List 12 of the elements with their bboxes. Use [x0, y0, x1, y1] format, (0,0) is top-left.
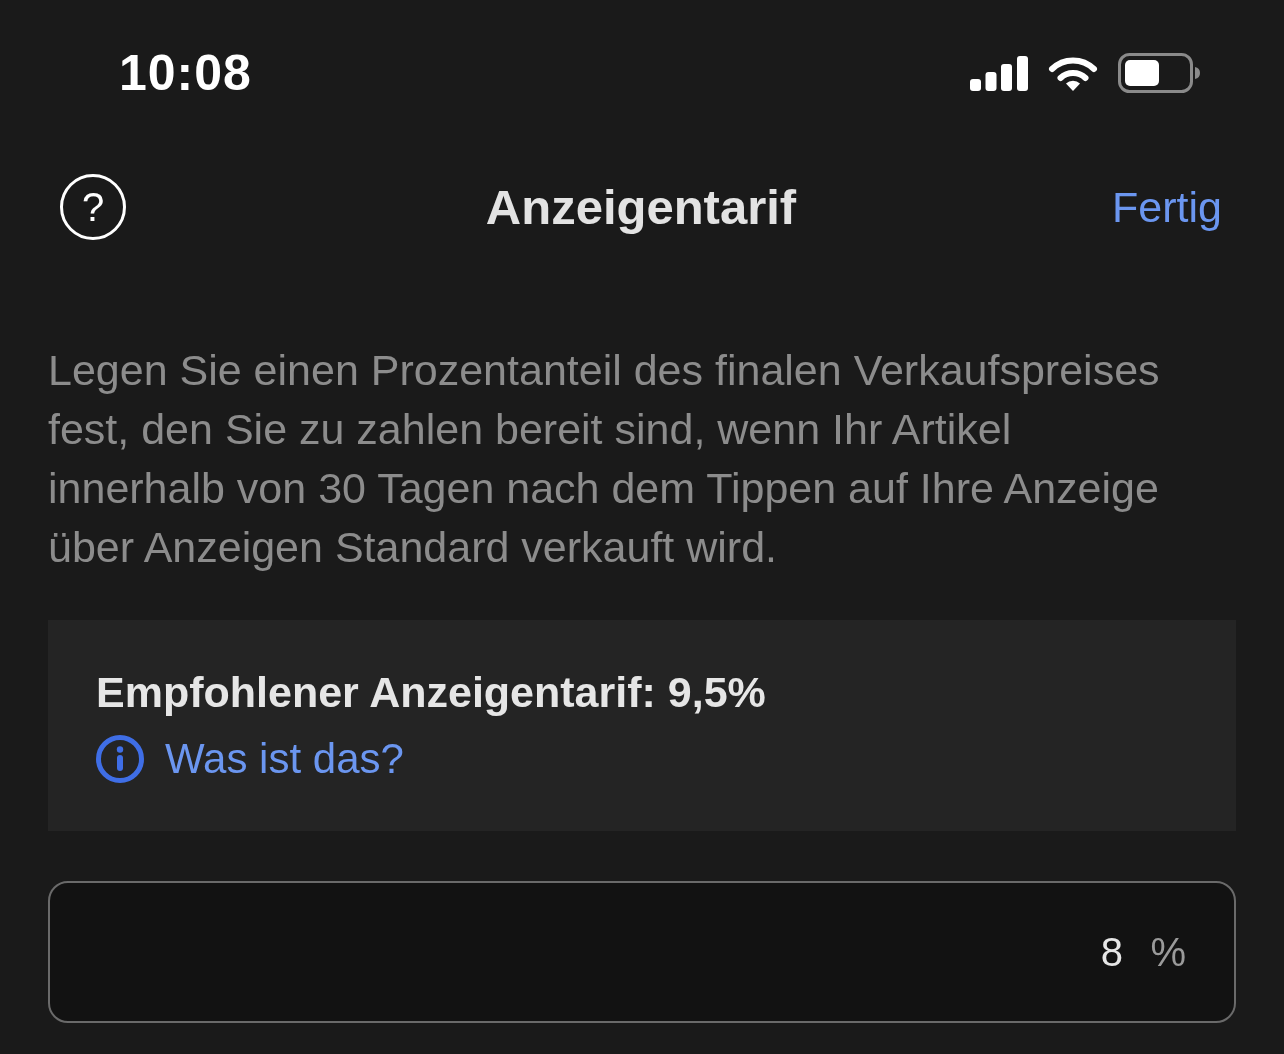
done-button[interactable]: Fertig	[1112, 182, 1222, 232]
description-text: Legen Sie einen Prozentanteil des finalen Verkaufspreises fest, den Sie zu zahlen bereit sind, wenn Ihr Artikel innerhalb von 30 Tagen nach dem Tippen auf Ihre Anzeige über Anzeigen Standard verkauft wird.	[48, 345, 1161, 573]
what-is-this-link[interactable]: Was ist das?	[165, 735, 404, 783]
recommended-rate-text: Empfohlener Anzeigentarif: 9,5%	[96, 667, 766, 717]
info-icon	[96, 735, 144, 783]
status-time: 10:08	[119, 44, 252, 102]
battery-icon	[1118, 53, 1200, 93]
signal-icon	[970, 55, 1028, 91]
screen-title: Anzeigentarif	[485, 179, 797, 235]
wifi-icon	[1048, 55, 1098, 91]
help-button[interactable]: ?	[60, 174, 126, 240]
percent-suffix: %	[1150, 932, 1186, 972]
